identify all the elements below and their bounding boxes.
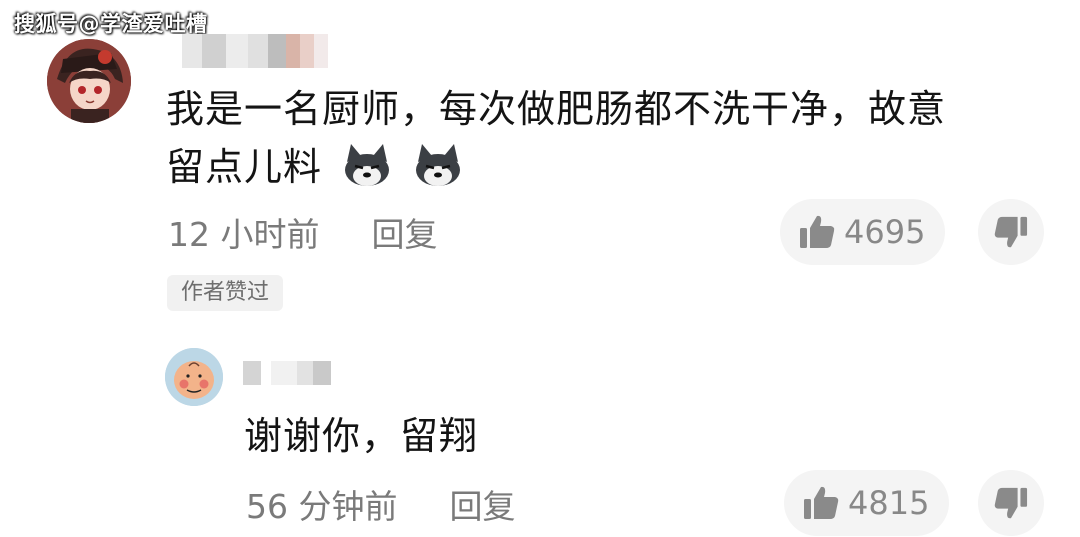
avatar[interactable] [165,348,223,406]
cartoon-avatar-icon [165,348,223,406]
dislike-button[interactable] [978,470,1044,536]
comment-text: 谢谢你，留翔 [244,414,479,458]
avatar[interactable] [47,39,131,123]
husky-dog-emoji-icon [341,142,393,188]
reply-button[interactable]: 回复 [371,208,437,256]
comment-text-line: 留点儿料 [166,145,323,189]
husky-dog-emoji-icon [412,142,464,188]
username-blurred [168,34,328,68]
like-button[interactable]: 4695 [780,199,946,265]
username-blurred [243,361,331,385]
comment-time: 56 分钟前 [246,487,398,526]
like-button[interactable]: 4815 [784,470,950,536]
comment-time: 12 小时前 [168,215,320,254]
like-count: 4695 [844,213,926,251]
like-count: 4815 [848,484,930,522]
comment-text: 我是一名厨师，每次做肥肠都不洗干净，故意 留点儿料 [166,80,1026,196]
thumbs-up-icon [804,486,839,519]
thumbs-up-icon [800,215,835,248]
comment-text-line: 我是一名厨师，每次做肥肠都不洗干净，故意 [166,87,947,131]
thumbs-down-icon [994,487,1028,519]
comment-meta: 56 分钟前 回复 [246,480,515,528]
thumbs-down-icon [994,216,1028,248]
author-liked-badge: 作者赞过 [167,275,284,311]
comment-meta: 12 小时前 回复 [168,208,437,256]
dislike-button[interactable] [978,199,1044,265]
anime-avatar-icon [47,39,131,123]
reply-button[interactable]: 回复 [449,480,515,528]
